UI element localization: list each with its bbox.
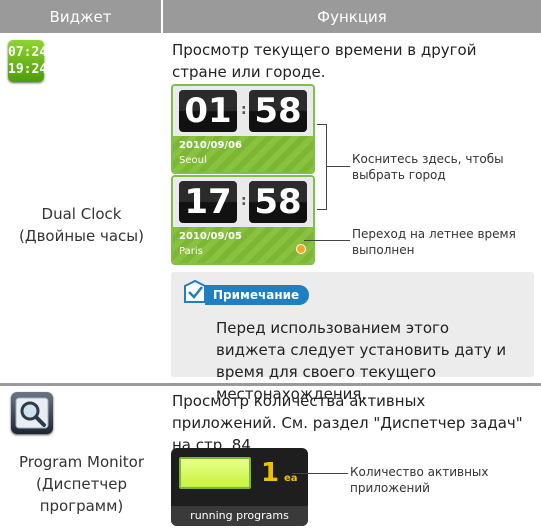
clock-city: Seoul [179, 155, 207, 166]
clock-date: 2010/09/05 [179, 231, 242, 242]
program-monitor-description: Просмотр количества активных приложений.… [172, 392, 523, 454]
running-apps-count: 1 [261, 458, 280, 488]
widget-name-line: программ) [39, 497, 124, 515]
dual-clock-icon: 07:24 19:24 [8, 40, 48, 82]
widget-name-line: Program Monitor [18, 453, 145, 471]
dst-leader-line [304, 240, 350, 241]
magnifier-icon [15, 397, 49, 429]
running-apps-bar [179, 457, 251, 489]
city-leader-line [326, 166, 350, 167]
widget-name-line: Dual Clock [41, 205, 122, 223]
icon-time-2: 19:24 [8, 62, 48, 77]
city-bracket [317, 124, 327, 210]
row-divider [0, 383, 541, 386]
program-monitor-widget[interactable]: 1 ea running programs [171, 448, 308, 526]
clock-minutes: 58 [249, 90, 307, 132]
clock-hours: 17 [179, 181, 237, 223]
widget-name-line: (Двойные часы) [19, 227, 144, 245]
clock-minutes: 58 [249, 181, 307, 223]
program-monitor-icon [11, 392, 53, 434]
clock-date: 2010/09/06 [179, 140, 242, 151]
count-leader-line [292, 473, 348, 474]
clock-paris[interactable]: 17 : 58 2010/09/05 Paris [171, 175, 315, 265]
clock-city: Paris [179, 246, 203, 257]
running-programs-label: running programs [171, 506, 308, 526]
count-unit: ea [284, 473, 298, 484]
icon-time-1: 07:24 [8, 45, 48, 60]
note-checkmark-icon [184, 280, 206, 303]
column-header-function: Функция [163, 0, 541, 33]
dual-clock-name: Dual Clock (Двойные часы) [0, 203, 163, 247]
clock-colon: : [241, 102, 247, 118]
clock-colon: : [241, 193, 247, 209]
dst-indicator-icon [296, 244, 306, 254]
clock-hours: 01 [179, 90, 237, 132]
callout-select-city: Коснитесь здесь, чтобы выбрать город [352, 152, 504, 182]
column-header-widget: Виджет [0, 0, 161, 33]
callout-dst: Переход на летнее время выполнен [352, 227, 516, 257]
dual-clock-description: Просмотр текущего времени в другой стран… [172, 41, 477, 81]
callout-active-apps: Количество активных приложений [350, 465, 489, 495]
widget-name-line: (Диспетчер [36, 475, 127, 493]
clock-seoul[interactable]: 01 : 58 2010/09/06 Seoul [171, 84, 315, 174]
program-monitor-name: Program Monitor (Диспетчер программ) [0, 451, 163, 517]
note-label: Примечание [205, 285, 310, 305]
